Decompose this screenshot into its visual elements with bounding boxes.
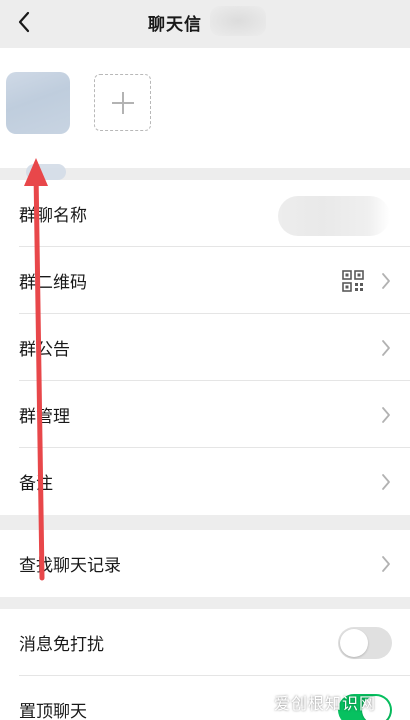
back-button[interactable] xyxy=(8,6,40,38)
title-redaction xyxy=(210,6,266,36)
mute-toggle[interactable] xyxy=(338,627,392,659)
avatar-image-redacted xyxy=(6,72,70,134)
toggle-knob xyxy=(340,629,368,657)
group-name-row[interactable]: 群聊名称 xyxy=(0,180,410,247)
watermark-text: 爱创根知识网 xyxy=(274,694,377,713)
page-title: 聊天信 xyxy=(148,15,202,35)
group-name-label: 群聊名称 xyxy=(19,206,87,226)
manage-row[interactable]: 群管理 xyxy=(0,381,410,448)
chevron-right-icon xyxy=(382,474,390,490)
search-history-row[interactable]: 查找聊天记录 xyxy=(0,530,410,597)
remark-label: 备注 xyxy=(19,474,53,494)
chevron-right-icon xyxy=(382,556,390,572)
manage-label: 群管理 xyxy=(19,407,70,427)
nav-bar: 聊天信 xyxy=(0,0,410,48)
member-name-redacted xyxy=(26,164,66,180)
search-history-section: 查找聊天记录 xyxy=(0,530,410,597)
mute-label: 消息免打扰 xyxy=(19,635,104,655)
members-section xyxy=(0,48,410,180)
pin-label: 置顶聊天 xyxy=(19,702,87,720)
search-history-label: 查找聊天记录 xyxy=(19,556,121,576)
announcement-row[interactable]: 群公告 xyxy=(0,314,410,381)
remark-row[interactable]: 备注 xyxy=(0,448,410,515)
plus-icon xyxy=(111,91,134,114)
member-avatar[interactable] xyxy=(6,72,70,180)
chevron-right-icon xyxy=(382,407,390,423)
qr-code-label: 群二维码 xyxy=(19,273,87,293)
announcement-label: 群公告 xyxy=(19,340,70,360)
group-name-value-redacted xyxy=(278,196,390,236)
add-member-button[interactable] xyxy=(94,74,151,131)
mute-row: 消息免打扰 xyxy=(0,609,410,676)
chevron-right-icon xyxy=(382,273,390,289)
chevron-left-icon xyxy=(18,11,30,33)
group-info-section: 群聊名称 群二维码 群公告 群管理 备注 xyxy=(0,180,410,515)
qr-code-icon xyxy=(342,270,364,292)
chevron-right-icon xyxy=(382,340,390,356)
